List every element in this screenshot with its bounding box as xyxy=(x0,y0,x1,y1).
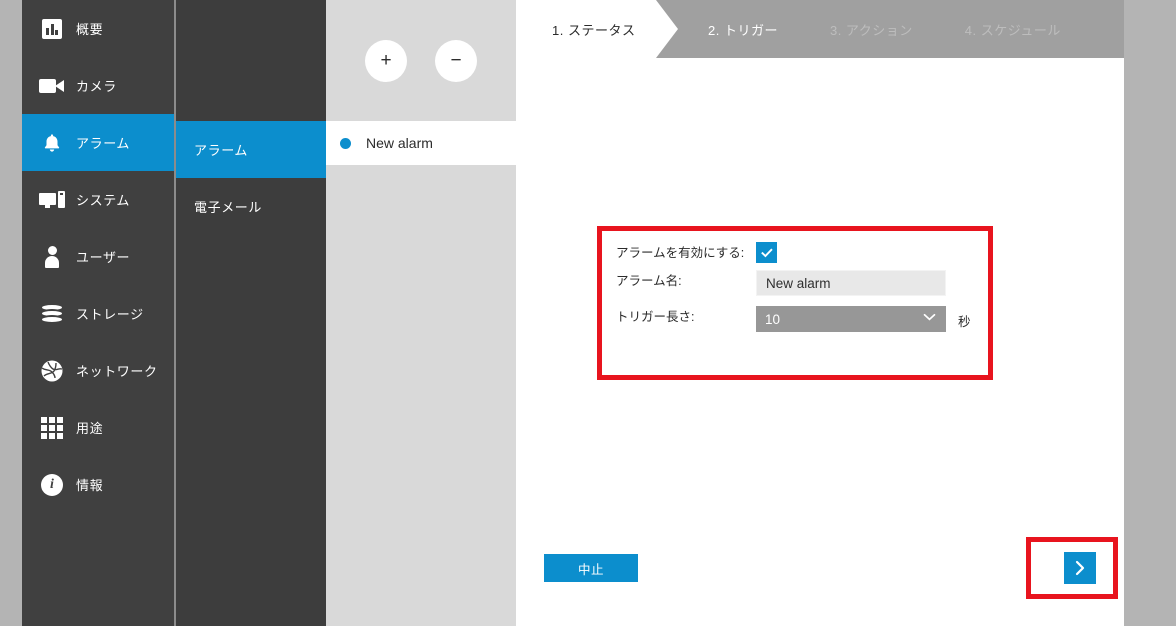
sidebar-item-user[interactable]: ユーザー xyxy=(22,228,174,285)
sidebar-item-system[interactable]: システム xyxy=(22,171,174,228)
alarm-name-input[interactable] xyxy=(756,270,946,296)
sidebar-item-label: 用途 xyxy=(76,421,104,436)
list-item[interactable]: New alarm xyxy=(326,121,516,165)
info-icon: i xyxy=(28,467,76,503)
form-row-trigger-length: トリガー長さ: 10 秒 xyxy=(616,306,986,332)
database-icon xyxy=(28,296,76,332)
video-camera-icon xyxy=(28,68,76,104)
alarm-name-label: New alarm xyxy=(366,135,433,151)
sidebar-item-camera[interactable]: カメラ xyxy=(22,57,174,114)
sidebar-item-label: ネットワーク xyxy=(76,364,158,379)
trigger-length-select[interactable]: 10 xyxy=(756,306,946,332)
main-content: 1. ステータス 2. トリガー 3. アクション 4. スケジュール アラーム… xyxy=(516,0,1124,626)
tab-schedule[interactable]: 4. スケジュール xyxy=(913,0,1061,58)
bar-chart-icon xyxy=(28,11,76,47)
chevron-right-icon xyxy=(1075,560,1085,576)
sidebar-item-alarm[interactable]: アラーム xyxy=(22,114,174,171)
sidebar-item-info[interactable]: i 情報 xyxy=(22,456,174,513)
secondary-sidebar: アラーム 電子メール xyxy=(176,0,326,626)
wizard-step-label: 2. トリガー xyxy=(708,22,778,38)
grid-apps-icon xyxy=(28,410,76,446)
tab-action[interactable]: 3. アクション xyxy=(778,0,913,58)
sidebar-item-label: 概要 xyxy=(76,22,104,37)
wizard-step-label: 3. アクション xyxy=(829,22,913,38)
alarm-list-toolbar: + − xyxy=(326,0,516,121)
wizard-step-label: 1. ステータス xyxy=(552,22,636,38)
form-row-enable-alarm: アラームを有効にする: xyxy=(616,242,986,263)
alarm-status-form: アラームを有効にする: アラーム名: トリガー長さ: 10 xyxy=(616,242,986,342)
app-window: 概要 カメラ アラーム システム ユーザー ストレージ ネットワーク 用途 i … xyxy=(0,0,1176,626)
user-icon xyxy=(28,239,76,275)
sidebar-item-label: ストレージ xyxy=(76,307,144,322)
primary-sidebar: 概要 カメラ アラーム システム ユーザー ストレージ ネットワーク 用途 i … xyxy=(22,0,174,626)
enable-alarm-label: アラームを有効にする: xyxy=(616,246,745,260)
page-left-margin xyxy=(0,0,22,626)
bell-icon xyxy=(28,125,76,161)
page-right-margin xyxy=(1124,0,1176,626)
subnav-item-label: 電子メール xyxy=(194,200,263,215)
sidebar-item-label: ユーザー xyxy=(76,250,131,265)
cancel-button[interactable]: 中止 xyxy=(544,554,638,582)
trigger-length-field-label: トリガー長さ: xyxy=(616,310,695,324)
subnav-item-alarm[interactable]: アラーム xyxy=(176,121,326,178)
alarm-name-field-label: アラーム名: xyxy=(616,274,682,288)
check-icon xyxy=(760,248,773,257)
sidebar-item-applications[interactable]: 用途 xyxy=(22,399,174,456)
sidebar-item-label: アラーム xyxy=(76,136,131,151)
desktop-tower-icon xyxy=(28,182,76,218)
trigger-length-unit: 秒 xyxy=(958,315,971,329)
tab-status[interactable]: 1. ステータス xyxy=(516,0,678,58)
sidebar-item-network[interactable]: ネットワーク xyxy=(22,342,174,399)
globe-icon xyxy=(28,353,76,389)
sidebar-item-overview[interactable]: 概要 xyxy=(22,0,174,57)
form-row-alarm-name: アラーム名: xyxy=(616,270,986,296)
remove-alarm-button[interactable]: − xyxy=(435,39,477,82)
wizard-step-label: 4. スケジュール xyxy=(964,22,1061,38)
enable-alarm-checkbox[interactable] xyxy=(756,242,777,263)
alarm-list-panel: + − New alarm xyxy=(326,0,516,626)
sidebar-item-label: カメラ xyxy=(76,79,117,94)
wizard-step-bar: 1. ステータス 2. トリガー 3. アクション 4. スケジュール xyxy=(516,0,1124,58)
subnav-item-email[interactable]: 電子メール xyxy=(176,178,326,235)
status-dot-icon xyxy=(340,137,351,149)
trigger-length-value: 10 xyxy=(765,311,781,327)
tab-trigger[interactable]: 2. トリガー xyxy=(656,0,778,58)
next-button[interactable] xyxy=(1064,552,1096,584)
sidebar-item-label: 情報 xyxy=(76,478,104,493)
add-alarm-button[interactable]: + xyxy=(365,39,407,82)
sidebar-item-label: システム xyxy=(76,193,131,208)
subnav-item-label: アラーム xyxy=(194,143,249,158)
sidebar-item-storage[interactable]: ストレージ xyxy=(22,285,174,342)
